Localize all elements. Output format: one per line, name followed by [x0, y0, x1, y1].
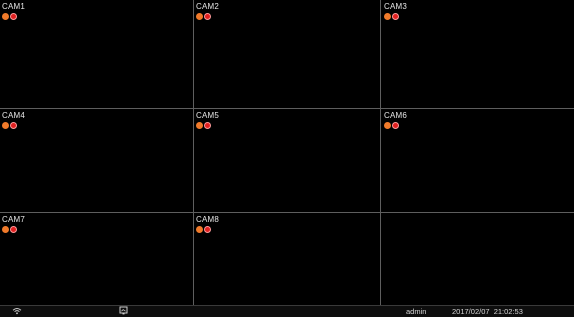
camera-label: CAM6 — [384, 111, 408, 120]
grid-divider — [380, 0, 381, 317]
record-indicator-icon — [384, 13, 391, 20]
alarm-indicator-icon — [204, 122, 211, 129]
camera-label: CAM4 — [2, 111, 26, 120]
alarm-indicator-icon — [392, 122, 399, 129]
camera-label: CAM3 — [384, 2, 408, 11]
alarm-indicator-icon — [204, 13, 211, 20]
alarm-indicator-icon — [392, 13, 399, 20]
system-datetime: 2017/02/07 21:02:53 — [452, 307, 523, 316]
camera-label: CAM7 — [2, 215, 26, 224]
grid-divider — [0, 212, 574, 213]
taskbar: admin 2017/02/07 21:02:53 — [0, 305, 574, 317]
record-indicator-icon — [196, 13, 203, 20]
camera-grid: CAM1 CAM2 CAM3 CAM4 CAM5 CAM6 CAM7 CAM8 — [0, 0, 574, 317]
camera-label: CAM5 — [196, 111, 220, 120]
record-indicator-icon — [2, 226, 9, 233]
record-indicator-icon — [384, 122, 391, 129]
alarm-indicator-icon — [10, 13, 17, 20]
image-icon[interactable] — [119, 306, 128, 317]
camera-tile-cam1[interactable]: CAM1 — [0, 0, 190, 104]
record-indicator-icon — [196, 226, 203, 233]
record-indicator-icon — [2, 13, 9, 20]
grid-divider — [0, 108, 574, 109]
grid-divider — [193, 0, 194, 317]
alarm-indicator-icon — [204, 226, 211, 233]
camera-tile-cam3[interactable]: CAM3 — [382, 0, 572, 104]
camera-tile-cam6[interactable]: CAM6 — [382, 109, 572, 213]
camera-label: CAM2 — [196, 2, 220, 11]
status-indicators — [384, 13, 399, 20]
current-user[interactable]: admin — [406, 307, 426, 317]
record-indicator-icon — [2, 122, 9, 129]
alarm-indicator-icon — [10, 122, 17, 129]
alarm-indicator-icon — [10, 226, 17, 233]
camera-tile-cam4[interactable]: CAM4 — [0, 109, 190, 213]
camera-tile-cam8[interactable]: CAM8 — [194, 213, 384, 317]
status-indicators — [196, 122, 211, 129]
camera-tile-empty[interactable] — [382, 213, 572, 317]
status-indicators — [196, 226, 211, 233]
record-indicator-icon — [196, 122, 203, 129]
camera-tile-cam2[interactable]: CAM2 — [194, 0, 384, 104]
status-indicators — [2, 122, 17, 129]
camera-tile-cam7[interactable]: CAM7 — [0, 213, 190, 317]
status-indicators — [384, 122, 399, 129]
status-indicators — [2, 226, 17, 233]
camera-tile-cam5[interactable]: CAM5 — [194, 109, 384, 213]
status-indicators — [2, 13, 17, 20]
wifi-icon[interactable] — [12, 306, 22, 317]
status-indicators — [196, 13, 211, 20]
camera-label: CAM1 — [2, 2, 26, 11]
camera-label: CAM8 — [196, 215, 220, 224]
